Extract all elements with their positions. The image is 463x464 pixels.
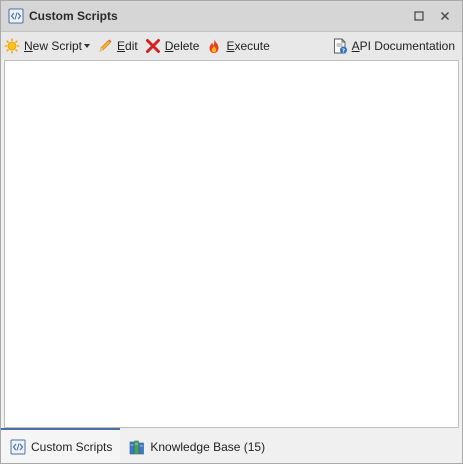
chevron-down-icon[interactable]: [84, 44, 91, 48]
edit-button[interactable]: Edit: [94, 35, 142, 57]
close-button[interactable]: [436, 7, 454, 25]
delete-label: Delete: [164, 39, 200, 53]
execute-label: Execute: [226, 39, 270, 53]
toolbar: New Script Edit Delete Execute ? API Doc…: [1, 32, 462, 60]
bottom-tab-bar: Custom Scripts Knowledge Base (15): [1, 428, 462, 463]
execute-button[interactable]: Execute: [203, 35, 273, 57]
api-documentation-label: API Documentation: [351, 39, 455, 53]
title-bar: Custom Scripts: [1, 1, 462, 32]
code-script-icon: [10, 439, 26, 455]
close-icon: [441, 12, 449, 20]
red-x-icon: [145, 38, 161, 54]
new-script-label: New Script: [24, 39, 83, 53]
maximize-icon: [414, 11, 424, 21]
panel-title: Custom Scripts: [29, 9, 118, 23]
tab-custom-scripts-label: Custom Scripts: [31, 439, 113, 454]
books-icon: [129, 439, 145, 455]
tab-custom-scripts[interactable]: Custom Scripts: [1, 428, 121, 463]
tab-knowledge-base-label: Knowledge Base (15): [150, 439, 266, 454]
svg-text:?: ?: [341, 48, 344, 54]
flame-icon: [206, 38, 222, 54]
new-script-button[interactable]: New Script: [1, 35, 94, 57]
delete-button[interactable]: Delete: [142, 35, 204, 57]
custom-scripts-panel: Custom Scripts New Script Edit Delete Ex…: [0, 0, 463, 464]
edit-label: Edit: [117, 39, 138, 53]
maximize-button[interactable]: [410, 7, 428, 25]
pencil-icon: [97, 38, 113, 54]
sun-new-icon: [4, 38, 20, 54]
api-documentation-button[interactable]: ? API Documentation: [329, 35, 459, 57]
code-script-icon: [8, 8, 24, 24]
tab-knowledge-base[interactable]: Knowledge Base (15): [120, 428, 273, 463]
document-help-icon: ?: [332, 38, 348, 54]
scripts-list-area[interactable]: [4, 60, 459, 428]
